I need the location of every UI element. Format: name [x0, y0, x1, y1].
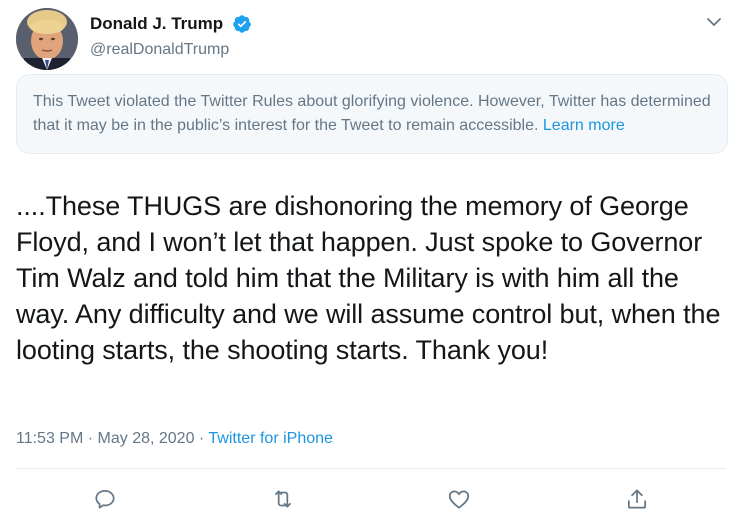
tweet-text: ....These THUGS are dishonoring the memo…	[16, 191, 721, 365]
retweet-icon	[275, 490, 291, 508]
retweet-button[interactable]	[270, 486, 296, 512]
avatar[interactable]	[16, 8, 78, 70]
display-name[interactable]: Donald J. Trump	[90, 14, 223, 34]
chevron-down-icon	[707, 18, 721, 26]
share-icon	[628, 489, 646, 509]
timestamp[interactable]: 11:53 PM · May 28, 2020 ·	[16, 430, 208, 447]
more-options-button[interactable]	[704, 12, 724, 32]
action-bar	[0, 486, 735, 516]
tweet-meta: 11:53 PM · May 28, 2020 · Twitter for iP…	[16, 429, 333, 449]
avatar-image	[16, 8, 78, 70]
rules-violation-notice: This Tweet violated the Twitter Rules ab…	[16, 74, 728, 154]
author-handle[interactable]: @realDonaldTrump	[90, 40, 252, 60]
divider	[16, 468, 726, 469]
verified-badge-icon	[232, 15, 251, 33]
author-block: Donald J. Trump @realDonaldTrump	[90, 14, 252, 60]
reply-icon	[95, 490, 115, 509]
source-link[interactable]: Twitter for iPhone	[208, 430, 333, 447]
tweet-header: Donald J. Trump @realDonaldTrump	[16, 8, 726, 70]
like-icon	[448, 490, 470, 509]
share-button[interactable]	[624, 486, 650, 512]
reply-button[interactable]	[92, 486, 118, 512]
learn-more-link[interactable]: Learn more	[543, 117, 625, 134]
like-button[interactable]	[446, 486, 472, 512]
